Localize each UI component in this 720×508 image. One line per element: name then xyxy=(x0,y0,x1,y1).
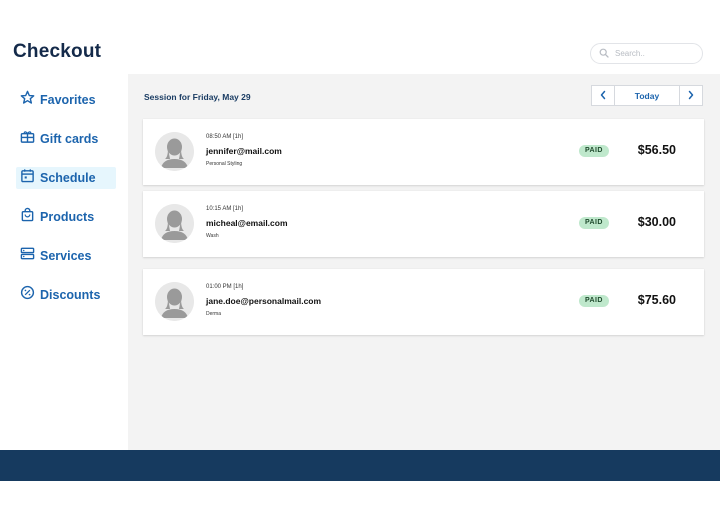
session-label: Session for Friday, May 29 xyxy=(144,92,251,102)
service-name: Personal Styling xyxy=(206,161,243,167)
sidebar-item-gift-cards[interactable]: Gift cards xyxy=(16,128,116,150)
search-input[interactable] xyxy=(615,49,695,58)
sidebar-item-label: Gift cards xyxy=(40,132,99,146)
sidebar-item-discounts[interactable]: Discounts xyxy=(16,284,116,306)
appointment-time: 10:15 AM [1h] xyxy=(206,206,244,212)
appointment-card[interactable]: 08:50 AM [1h] jennifer@mail.com Personal… xyxy=(143,119,704,185)
chevron-left-icon xyxy=(599,87,607,105)
service-name: Derma xyxy=(206,311,222,317)
star-icon xyxy=(20,90,35,110)
today-button[interactable]: Today xyxy=(615,85,679,106)
appointment-time: 01:00 PM [1h] xyxy=(206,284,244,290)
sidebar-item-label: Discounts xyxy=(40,288,101,302)
shopping-bag-icon xyxy=(20,207,35,227)
user-silhouette-icon xyxy=(155,132,194,171)
footer-bar xyxy=(0,450,720,481)
sidebar-item-schedule[interactable]: Schedule xyxy=(16,167,116,189)
appointment-card[interactable]: 10:15 AM [1h] micheal@email.com Wash PAI… xyxy=(143,191,704,257)
chevron-right-icon xyxy=(687,87,695,105)
client-email: micheal@email.com xyxy=(206,218,288,228)
user-silhouette-icon xyxy=(155,282,194,321)
appointment-amount: $75.60 xyxy=(637,293,676,307)
sidebar-item-label: Favorites xyxy=(40,93,96,107)
date-pager: Today xyxy=(591,85,703,106)
sidebar-item-services[interactable]: Services xyxy=(16,245,116,267)
page-title: Checkout xyxy=(13,41,102,62)
header: Checkout xyxy=(0,0,720,74)
discount-badge-icon xyxy=(20,285,35,305)
server-icon xyxy=(20,246,35,266)
avatar xyxy=(155,132,194,171)
avatar xyxy=(155,204,194,243)
next-day-button[interactable] xyxy=(679,85,703,106)
sidebar-item-label: Services xyxy=(40,249,92,263)
search-icon xyxy=(599,45,609,63)
bottom-margin xyxy=(0,481,720,508)
appointment-amount: $30.00 xyxy=(637,215,676,229)
status-badge: PAID xyxy=(579,217,609,229)
sidebar: Favorites Gift cards Schedule Products S… xyxy=(0,74,128,450)
user-silhouette-icon xyxy=(155,204,194,243)
previous-day-button[interactable] xyxy=(591,85,615,106)
client-email: jane.doe@personalmail.com xyxy=(206,296,322,306)
appointment-card[interactable]: 01:00 PM [1h] jane.doe@personalmail.com … xyxy=(143,269,704,335)
appointment-time: 08:50 AM [1h] xyxy=(206,134,244,140)
client-email: jennifer@mail.com xyxy=(206,146,282,156)
sidebar-item-favorites[interactable]: Favorites xyxy=(16,89,116,111)
avatar xyxy=(155,282,194,321)
search-box[interactable] xyxy=(590,43,703,64)
sidebar-item-products[interactable]: Products xyxy=(16,206,116,228)
calendar-icon xyxy=(20,168,35,188)
status-badge: PAID xyxy=(579,295,609,307)
status-badge: PAID xyxy=(579,145,609,157)
checkout-app: Checkout Favorites Gift cards Schedule xyxy=(0,0,720,508)
sidebar-item-label: Schedule xyxy=(40,171,96,185)
service-name: Wash xyxy=(206,233,219,239)
sidebar-item-label: Products xyxy=(40,210,95,224)
schedule-panel: Session for Friday, May 29 Today 08:50 A… xyxy=(128,74,720,450)
gift-card-icon xyxy=(20,129,35,149)
appointment-amount: $56.50 xyxy=(637,143,676,157)
